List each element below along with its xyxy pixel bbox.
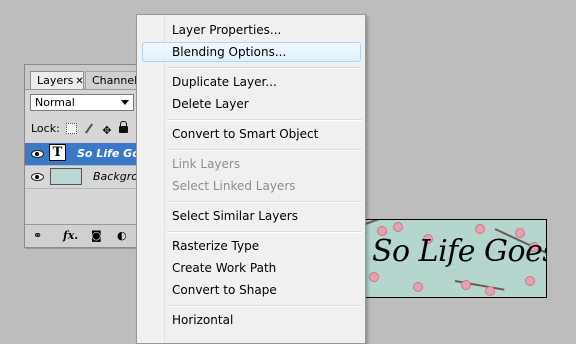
layer-mask-icon[interactable]: ◙ xyxy=(91,229,102,242)
blend-mode-dropdown[interactable]: Normal xyxy=(30,94,134,111)
menu-separator xyxy=(167,231,362,233)
blossom-decoration xyxy=(525,276,535,286)
blossom-decoration xyxy=(413,282,423,292)
lock-transparency-icon[interactable] xyxy=(66,123,78,134)
lock-pixels-icon[interactable] xyxy=(84,123,95,134)
text-layer-thumbnail: T xyxy=(49,144,67,162)
menu-separator xyxy=(167,305,362,307)
blossom-decoration xyxy=(485,286,495,296)
menu-separator xyxy=(167,149,362,151)
branch-decoration xyxy=(365,220,389,227)
menu-item-link-layers: Link Layers xyxy=(172,157,241,171)
lock-all-icon[interactable] xyxy=(118,121,128,133)
close-icon[interactable]: ✕ xyxy=(75,76,83,87)
blossom-decoration xyxy=(461,280,471,290)
menu-item-duplicate-layer[interactable]: Duplicate Layer... xyxy=(172,75,277,89)
tab-layers[interactable]: Layers ✕ xyxy=(30,71,84,89)
menu-item-layer-properties[interactable]: Layer Properties... xyxy=(172,23,281,37)
eye-icon[interactable] xyxy=(30,147,44,159)
canvas-title-text: So Life Goes xyxy=(372,234,547,269)
type-tool-icon: T xyxy=(49,144,66,161)
adjustment-layer-icon[interactable]: ◐ xyxy=(117,229,127,242)
layers-list: T So Life Goes Backgrou xyxy=(25,143,154,189)
menu-separator xyxy=(167,67,362,69)
blossom-decoration xyxy=(393,222,403,232)
layer-style-button[interactable]: fx. xyxy=(63,229,78,242)
menu-item-rasterize-type[interactable]: Rasterize Type xyxy=(172,239,259,253)
menu-item-blending-options[interactable]: Blending Options... xyxy=(172,45,286,59)
tab-layers-label: Layers xyxy=(37,74,74,87)
background-layer-thumbnail xyxy=(50,168,82,185)
lock-position-icon[interactable]: ✥ xyxy=(101,125,112,136)
layers-panel: Layers ✕ Channels Normal Lock: ✥ T So Lif… xyxy=(24,64,154,248)
menu-separator xyxy=(167,119,362,121)
blossom-decoration xyxy=(369,272,379,282)
menu-item-convert-to-shape[interactable]: Convert to Shape xyxy=(172,283,277,297)
menu-item-horizontal[interactable]: Horizontal xyxy=(172,313,233,327)
chevron-down-icon xyxy=(121,100,129,105)
tab-channels[interactable]: Channels xyxy=(85,71,143,89)
menu-item-select-linked-layers: Select Linked Layers xyxy=(172,179,296,193)
layer-context-menu: Layer Properties... Blending Options... … xyxy=(136,14,366,344)
canvas-preview: So Life Goes xyxy=(364,219,547,298)
menu-item-convert-smart-object[interactable]: Convert to Smart Object xyxy=(172,127,318,141)
eye-icon[interactable] xyxy=(30,170,44,182)
menu-separator xyxy=(167,201,362,203)
link-layers-icon[interactable]: ⚭ xyxy=(33,229,42,242)
panel-tab-bar: Layers ✕ Channels xyxy=(25,65,143,90)
blend-mode-value: Normal xyxy=(35,96,75,109)
lock-label: Lock: xyxy=(31,122,60,135)
lock-row: Lock: ✥ xyxy=(31,121,128,136)
menu-icon-gutter xyxy=(137,15,165,343)
layer-row-text[interactable]: T So Life Goes xyxy=(25,143,154,166)
menu-item-create-work-path[interactable]: Create Work Path xyxy=(172,261,276,275)
menu-item-select-similar-layers[interactable]: Select Similar Layers xyxy=(172,209,298,223)
blossom-decoration xyxy=(475,224,485,234)
layer-row-background[interactable]: Backgrou xyxy=(25,166,145,189)
menu-item-delete-layer[interactable]: Delete Layer xyxy=(172,97,249,111)
panel-footer: ⚭ fx. ◙ ◐ xyxy=(25,224,141,247)
